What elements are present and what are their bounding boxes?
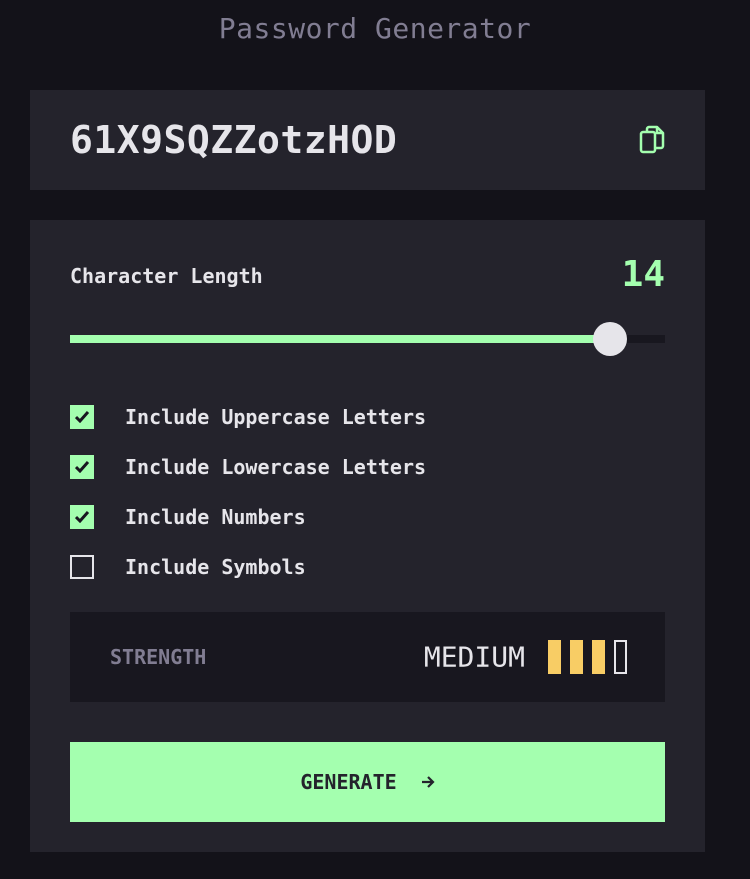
option-lowercase[interactable]: Include Lowercase Letters <box>70 442 426 492</box>
copy-button[interactable] <box>637 123 667 157</box>
slider-thumb[interactable] <box>592 322 627 356</box>
option-label: Include Symbols <box>125 555 306 579</box>
option-label: Include Lowercase Letters <box>125 455 427 479</box>
arrow-right-icon <box>421 776 435 788</box>
option-uppercase[interactable]: Include Uppercase Letters <box>70 392 426 442</box>
check-icon <box>75 461 89 473</box>
strength-value: MEDIUM <box>423 640 525 674</box>
length-slider[interactable] <box>70 322 665 356</box>
password-display: 61X9SQZZotzHOD <box>30 90 705 190</box>
generate-button[interactable]: GENERATE <box>70 742 665 822</box>
option-numbers[interactable]: Include Numbers <box>70 492 426 542</box>
strength-bars <box>548 640 627 674</box>
uppercase-checkbox[interactable] <box>70 405 94 429</box>
check-icon <box>75 511 89 523</box>
options-list: Include Uppercase Letters Include Lowerc… <box>70 392 426 592</box>
character-length-value: 14 <box>621 254 665 295</box>
lowercase-checkbox[interactable] <box>70 455 94 479</box>
page-title: Password Generator <box>218 12 532 45</box>
strength-bar <box>592 640 605 674</box>
option-label: Include Numbers <box>125 505 306 529</box>
strength-bar <box>614 640 627 674</box>
option-symbols[interactable]: Include Symbols <box>70 542 426 592</box>
settings-panel: Character Length 14 Include Uppercase Le… <box>30 220 705 852</box>
generate-label: GENERATE <box>300 770 397 794</box>
character-length-label: Character Length <box>70 264 263 288</box>
password-value: 61X9SQZZotzHOD <box>70 118 398 162</box>
symbols-checkbox[interactable] <box>70 555 94 579</box>
strength-meter: STRENGTH MEDIUM <box>70 612 665 702</box>
strength-bar <box>548 640 561 674</box>
copy-icon <box>639 125 665 154</box>
check-icon <box>75 411 89 423</box>
strength-bar <box>570 640 583 674</box>
strength-label: STRENGTH <box>110 645 207 669</box>
slider-fill <box>70 335 610 343</box>
numbers-checkbox[interactable] <box>70 505 94 529</box>
option-label: Include Uppercase Letters <box>125 405 427 429</box>
